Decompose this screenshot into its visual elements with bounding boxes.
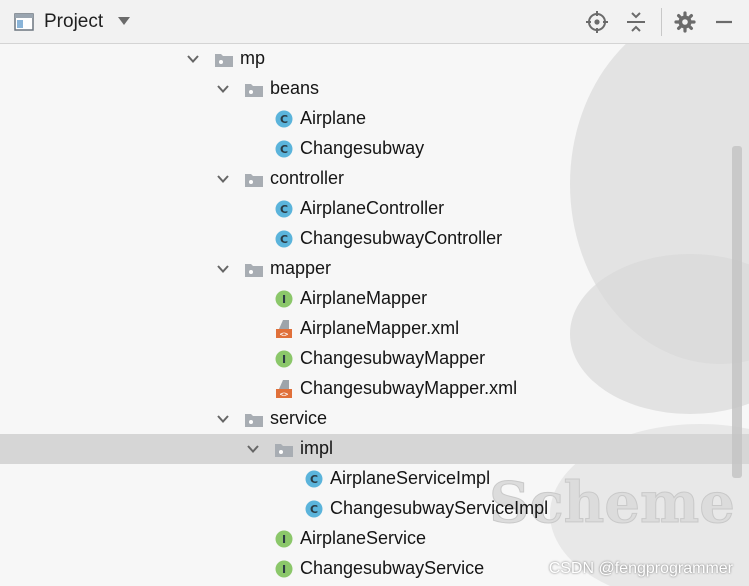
tree-node-file[interactable]: C AirplaneServiceImpl: [0, 464, 749, 494]
svg-text:I: I: [282, 533, 286, 546]
tree-node-label: Airplane: [300, 108, 367, 128]
class-icon: C: [305, 470, 323, 488]
collapse-all-icon[interactable]: [624, 10, 648, 34]
tree-node-file[interactable]: C AirplaneController: [0, 194, 749, 224]
chevron-down-icon[interactable]: [216, 83, 230, 95]
vertical-scrollbar[interactable]: [732, 146, 742, 478]
tree-node-label: ChangesubwayMapper: [300, 348, 486, 368]
tree-node-label: Changesubway: [300, 138, 425, 158]
class-icon: C: [275, 200, 293, 218]
tree-node-package[interactable]: beans: [0, 74, 749, 104]
tree-node-label: AirplaneMapper: [300, 288, 428, 308]
dropdown-caret-icon[interactable]: [117, 15, 131, 27]
interface-icon: I: [275, 530, 293, 548]
tree-node-label: controller: [270, 168, 345, 188]
package-folder-icon: [245, 84, 263, 97]
package-folder-icon: [245, 174, 263, 187]
tree-node-package[interactable]: mp: [0, 44, 749, 74]
svg-text:C: C: [280, 233, 288, 246]
package-folder-icon: [275, 444, 293, 457]
svg-text:<>: <>: [280, 331, 288, 339]
tree-node-file[interactable]: <> ChangesubwayMapper.xml: [0, 374, 749, 404]
project-tree: Scheme mp beans C Airplane C Changesubway cont…: [0, 44, 749, 586]
locate-icon[interactable]: [585, 10, 609, 34]
toolbar-separator: [661, 8, 662, 36]
tree-node-file[interactable]: C Changesubway: [0, 134, 749, 164]
project-view-icon: [14, 13, 34, 31]
tree-node-file[interactable]: I AirplaneMapper: [0, 284, 749, 314]
gear-icon[interactable]: [673, 10, 697, 34]
tree-node-package[interactable]: impl: [0, 434, 749, 464]
chevron-down-icon[interactable]: [216, 263, 230, 275]
tree-node-label: AirplaneController: [300, 198, 445, 218]
tree-node-label: ChangesubwayService: [300, 558, 485, 578]
tree-node-file[interactable]: I AirplaneService: [0, 524, 749, 554]
interface-icon: I: [275, 350, 293, 368]
class-icon: C: [275, 230, 293, 248]
chevron-down-icon[interactable]: [216, 173, 230, 185]
tree-node-file[interactable]: <> AirplaneMapper.xml: [0, 314, 749, 344]
package-folder-icon: [215, 54, 233, 67]
svg-text:C: C: [280, 143, 288, 156]
tree-node-label: beans: [270, 78, 320, 98]
tree-node-label: impl: [300, 438, 334, 458]
xml-file-icon: <>: [276, 320, 292, 339]
tree-node-label: mapper: [270, 258, 332, 278]
tree-node-label: service: [270, 408, 328, 428]
svg-text:C: C: [280, 203, 288, 216]
hide-icon[interactable]: [712, 10, 736, 34]
class-icon: C: [305, 500, 323, 518]
tree-node-label: AirplaneService: [300, 528, 427, 548]
interface-icon: I: [275, 290, 293, 308]
project-toolbar: Project: [0, 0, 749, 44]
package-folder-icon: [245, 264, 263, 277]
tree-node-label: mp: [240, 48, 266, 68]
tree-node-label: AirplaneMapper.xml: [300, 318, 460, 338]
tree-node-label: ChangesubwayServiceImpl: [330, 498, 549, 518]
tree-node-file[interactable]: C Airplane: [0, 104, 749, 134]
svg-text:C: C: [310, 473, 318, 486]
tree-node-label: AirplaneServiceImpl: [330, 468, 491, 488]
svg-text:I: I: [282, 293, 286, 306]
xml-file-icon: <>: [276, 380, 292, 399]
chevron-down-icon[interactable]: [216, 413, 230, 425]
tree-node-package[interactable]: service: [0, 404, 749, 434]
tree-node-label: ChangesubwayController: [300, 228, 503, 248]
chevron-down-icon[interactable]: [186, 53, 200, 65]
class-icon: C: [275, 140, 293, 158]
package-folder-icon: [245, 414, 263, 427]
tree-node-package[interactable]: controller: [0, 164, 749, 194]
svg-text:I: I: [282, 353, 286, 366]
tree-node-package[interactable]: mapper: [0, 254, 749, 284]
svg-text:I: I: [282, 563, 286, 576]
project-view-title[interactable]: Project: [44, 11, 103, 33]
class-icon: C: [275, 110, 293, 128]
interface-icon: I: [275, 560, 293, 578]
tree-node-file[interactable]: C ChangesubwayServiceImpl: [0, 494, 749, 524]
svg-text:<>: <>: [280, 391, 288, 399]
svg-text:C: C: [280, 113, 288, 126]
chevron-down-icon[interactable]: [246, 443, 260, 455]
tree-node-label: ChangesubwayMapper.xml: [300, 378, 518, 398]
tree-node-file[interactable]: I ChangesubwayMapper: [0, 344, 749, 374]
watermark: CSDN @fengprogrammer: [548, 560, 733, 577]
tree-node-file[interactable]: C ChangesubwayController: [0, 224, 749, 254]
svg-text:C: C: [310, 503, 318, 516]
